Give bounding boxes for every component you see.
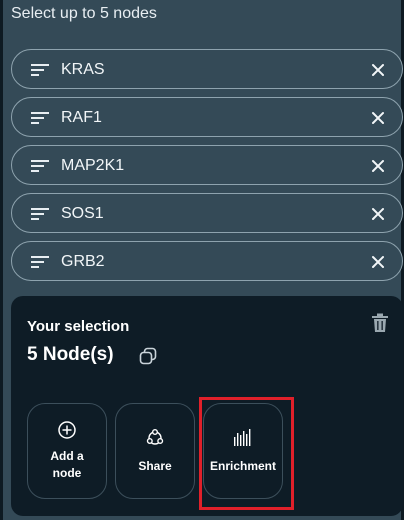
share-label: Share xyxy=(138,459,172,473)
trash-icon[interactable] xyxy=(371,313,389,333)
selection-title: Your selection xyxy=(27,318,130,335)
node-pill-map2k1[interactable]: MAP2K1 xyxy=(11,145,403,185)
node-label: KRAS xyxy=(61,61,105,78)
remove-node-icon[interactable] xyxy=(368,156,388,176)
sort-lines-icon xyxy=(31,64,49,76)
node-pill-raf1[interactable]: RAF1 xyxy=(11,97,403,137)
node-pill-sos1[interactable]: SOS1 xyxy=(11,193,403,233)
remove-node-icon[interactable] xyxy=(368,60,388,80)
sort-lines-icon xyxy=(31,208,49,220)
node-selection-panel: Select up to 5 nodes KRAS RAF1 MAP2K1 SO… xyxy=(0,0,404,520)
node-pill-grb2[interactable]: GRB2 xyxy=(11,241,403,281)
add-node-button[interactable]: Add a node xyxy=(27,403,107,499)
node-pill-kras[interactable]: KRAS xyxy=(11,49,403,89)
highlight-box xyxy=(199,397,294,510)
node-label: SOS1 xyxy=(61,205,104,222)
add-node-label: Add a node xyxy=(50,449,84,480)
remove-node-icon[interactable] xyxy=(368,252,388,272)
selection-count: 5 Node(s) xyxy=(27,344,114,365)
remove-node-icon[interactable] xyxy=(368,204,388,224)
node-label: GRB2 xyxy=(61,253,105,270)
remove-node-icon[interactable] xyxy=(368,108,388,128)
plus-circle-icon xyxy=(58,421,76,439)
share-button[interactable]: Share xyxy=(115,403,195,499)
copy-icon[interactable] xyxy=(139,347,157,365)
panel-header: Select up to 5 nodes xyxy=(11,5,157,22)
sort-lines-icon xyxy=(31,256,49,268)
sort-lines-icon xyxy=(31,160,49,172)
sort-lines-icon xyxy=(31,112,49,124)
node-label: MAP2K1 xyxy=(61,157,125,174)
share-icon xyxy=(146,429,164,445)
node-label: RAF1 xyxy=(61,109,102,126)
